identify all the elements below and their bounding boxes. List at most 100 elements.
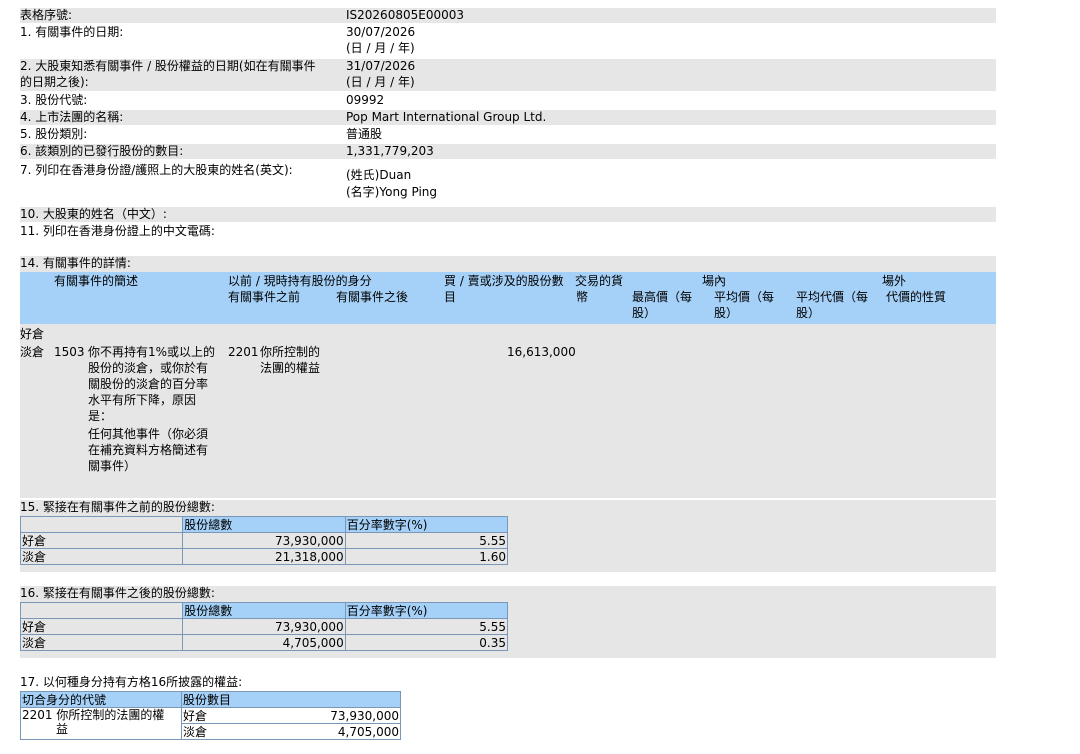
section16-title-row: 16. 緊接在有關事件之後的股份總數: — [20, 586, 996, 602]
section15-table: 股份總數 百分率數字(%) 好倉 73,930,000 5.55 淡倉 21,3… — [19, 516, 509, 565]
item3-value: 09992 — [346, 93, 385, 107]
item7-row: 7. 列印在香港身份證/護照上的大股東的姓名(英文): (姓氏)Duan (名字… — [20, 163, 996, 201]
item2-label-line2: 的日期之後): — [20, 75, 89, 89]
table-row: 淡倉 21,318,000 1.60 — [19, 548, 509, 565]
section17-table: 切合身分的代號 股份數目 2201 你所控制的法團的權 益 好倉 73,930,… — [20, 691, 401, 740]
serial-row: 表格序號: IS20260805E00003 — [20, 8, 996, 23]
section14-title-row: 14. 有關事件的詳情: — [20, 256, 996, 272]
table-header-row: 股份總數 百分率數字(%) — [19, 602, 509, 619]
event-code: 1503 — [54, 345, 85, 359]
event-desc-line: 關事件） — [88, 459, 137, 473]
item4-value: Pop Mart International Group Ltd. — [346, 110, 547, 124]
header-highest-line1: 最高價（每 — [632, 290, 693, 304]
share-count: 4,705,000 — [244, 723, 401, 740]
capacity-desc: 你所控制的法團的權 — [56, 708, 165, 722]
capacity-desc-cont: 益 — [56, 722, 69, 736]
header-shares-line1: 買 / 賣或涉及的股份數 — [444, 274, 564, 288]
percentage: 5.55 — [344, 532, 509, 549]
percentage: 5.55 — [344, 618, 509, 635]
section17-title-row: 17. 以何種身分持有方格16所披露的權益: — [20, 675, 996, 691]
capacity-code: 2201 — [22, 708, 53, 722]
table-row: 好倉 73,930,000 5.55 — [19, 532, 509, 549]
share-count: 73,930,000 — [182, 618, 346, 635]
header-onex: 場內 — [702, 274, 727, 288]
item1-value: 30/07/2026 — [346, 25, 416, 39]
col-pct-header: 百分率數字(%) — [344, 516, 509, 533]
event-desc-line: 關股份的淡倉的百分率 — [88, 377, 209, 391]
col-shares-header: 股份總數 — [182, 516, 346, 533]
header-avg-line1: 平均價（每 — [714, 290, 775, 304]
item3-row: 3. 股份代號: 09992 — [20, 93, 996, 108]
event-desc-line: 是： — [88, 409, 113, 423]
serial-value: IS20260805E00003 — [346, 8, 464, 22]
position-type: 好倉 — [19, 532, 184, 549]
item11-row: 11. 列印在香港身份證上的中文電碼: — [20, 224, 996, 239]
header-offavg-line2: 股） — [796, 306, 821, 320]
item1-label: 1. 有關事件的日期: — [20, 25, 124, 39]
capacity-cell: 2201 你所控制的法團的權 益 — [20, 707, 182, 740]
table-row: 淡倉 4,705,000 0.35 — [19, 634, 509, 651]
long-position-label: 好倉 — [20, 327, 45, 341]
position-type: 好倉 — [181, 707, 244, 724]
item6-row: 6. 該類別的已發行股份的數目: 1,331,779,203 — [20, 144, 996, 159]
serial-label: 表格序號: — [20, 8, 73, 22]
item10-row: 10. 大股東的姓名（中文）: — [20, 207, 996, 222]
section16-title: 16. 緊接在有關事件之後的股份總數: — [20, 586, 215, 600]
header-currency-line1: 交易的貨 — [575, 274, 624, 288]
header-capacity: 以前 / 現時持有股份的身分 — [228, 274, 372, 288]
item7-given: (名字)Yong Ping — [346, 185, 438, 199]
shares-involved: 16,613,000 — [507, 345, 576, 359]
item6-value: 1,331,779,203 — [346, 144, 434, 158]
capacity-code: 2201 — [228, 345, 259, 359]
item4-row: 4. 上市法團的名稱: Pop Mart International Group… — [20, 110, 996, 125]
section15-title-row: 15. 緊接在有關事件之前的股份總數: — [20, 500, 996, 516]
section15-title: 15. 緊接在有關事件之前的股份總數: — [20, 500, 215, 514]
position-type: 淡倉 — [19, 634, 184, 651]
table-header-blank — [19, 602, 184, 619]
position-type: 淡倉 — [19, 548, 184, 565]
item4-label: 4. 上市法團的名稱: — [20, 110, 124, 124]
header-nature: 代價的性質 — [886, 290, 947, 304]
header-before: 有關事件之前 — [228, 290, 301, 304]
header-avg-line2: 股） — [714, 306, 739, 320]
header-offex: 場外 — [882, 274, 907, 288]
item11-label: 11. 列印在香港身份證上的中文電碼: — [20, 224, 215, 238]
table-row: 好倉 73,930,000 5.55 — [19, 618, 509, 635]
event-desc-line: 在補充資料方格簡述有 — [88, 443, 209, 457]
position-type: 淡倉 — [181, 723, 244, 740]
table-row: 2201 你所控制的法團的權 益 好倉 73,930,000 — [20, 707, 401, 740]
col-pct-header: 百分率數字(%) — [344, 602, 509, 619]
item10-label: 10. 大股東的姓名（中文）: — [20, 207, 167, 221]
event-desc-line: 股份的淡倉，或你於有 — [88, 361, 209, 375]
header-desc: 有關事件的簡述 — [54, 274, 139, 288]
item2-format: (日 / 月 / 年) — [346, 75, 415, 89]
position-type: 好倉 — [19, 618, 184, 635]
item3-label: 3. 股份代號: — [20, 93, 88, 107]
col-shares-header: 股份總數 — [182, 602, 346, 619]
item6-label: 6. 該類別的已發行股份的數目: — [20, 144, 184, 158]
col-code-header: 切合身分的代號 — [20, 691, 182, 708]
capacity-desc-line: 法團的權益 — [260, 361, 321, 375]
item1-format: (日 / 月 / 年) — [346, 41, 415, 55]
item1-row: 1. 有關事件的日期: 30/07/2026 (日 / 月 / 年) — [20, 25, 996, 57]
share-count: 73,930,000 — [182, 532, 346, 549]
header-highest-line2: 股） — [632, 306, 657, 320]
event-desc-line: 水平有所下降，原因 — [88, 393, 197, 407]
item2-row: 2. 大股東知悉有關事件 / 股份權益的日期(如在有關事件 的日期之後): 31… — [20, 59, 996, 91]
table-header-row: 切合身分的代號 股份數目 — [20, 691, 401, 708]
section14-header: 有關事件的簡述 以前 / 現時持有股份的身分 有關事件之前 有關事件之後 買 /… — [20, 272, 996, 324]
table-header-blank — [19, 516, 184, 533]
section14-title: 14. 有關事件的詳情: — [20, 256, 131, 270]
item5-label: 5. 股份類別: — [20, 127, 88, 141]
share-count: 4,705,000 — [182, 634, 346, 651]
section16-table: 股份總數 百分率數字(%) 好倉 73,930,000 5.55 淡倉 4,70… — [19, 602, 509, 651]
event-desc-line: 任何其他事件（你必須 — [88, 427, 209, 441]
percentage: 1.60 — [344, 548, 509, 565]
header-offavg-line1: 平均代價（每 — [796, 290, 869, 304]
item7-surname: (姓氏)Duan — [346, 168, 412, 182]
header-currency-line2: 幣 — [576, 290, 589, 304]
section17-title: 17. 以何種身分持有方格16所披露的權益: — [20, 675, 243, 689]
section14-detail: 好倉 淡倉 1503 你不再持有1%或以上的 股份的淡倉，或你於有 關股份的淡倉… — [20, 324, 996, 498]
col-shares-header: 股份數目 — [181, 691, 401, 708]
capacity-desc-line: 你所控制的 — [260, 345, 321, 359]
